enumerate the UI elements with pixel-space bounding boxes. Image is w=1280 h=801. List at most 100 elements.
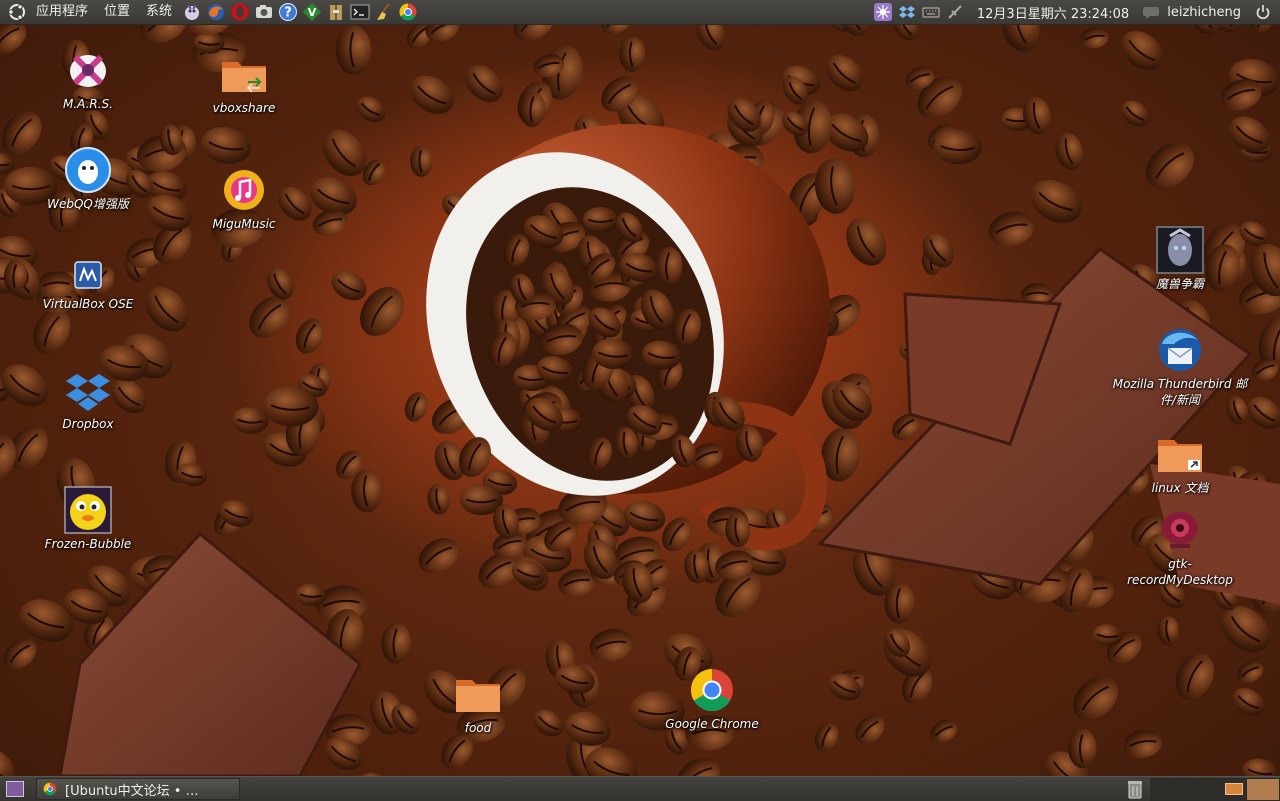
help-icon[interactable]: ?	[278, 2, 298, 22]
workspace-2[interactable]	[1174, 778, 1199, 801]
coffee-bean	[855, 715, 885, 744]
folder-link-icon	[220, 50, 268, 98]
desktop-icon-food[interactable]: food	[423, 670, 533, 736]
coffee-bean	[826, 54, 864, 91]
chrome-icon[interactable]	[398, 2, 418, 22]
coffee-bean	[513, 24, 555, 41]
coffee-bean	[1023, 96, 1051, 135]
chat-status-icon[interactable]	[1142, 3, 1160, 21]
coffee-bean	[427, 484, 450, 515]
coffee-bean	[930, 719, 958, 743]
coffee-bean	[1121, 100, 1150, 127]
coffee-bean	[201, 127, 251, 164]
warcraft-icon	[1156, 226, 1204, 274]
desktop-icon-virtualbox[interactable]: VirtualBox OSE	[33, 256, 143, 312]
coffee-bean	[425, 24, 460, 42]
coffee-bean	[145, 286, 189, 332]
coffee-bean	[1146, 142, 1194, 190]
cleaner-broom-icon[interactable]	[374, 2, 394, 22]
system-menu[interactable]: 系统	[138, 0, 180, 24]
desktop-icon-google-chrome[interactable]: Google Chrome	[657, 666, 767, 732]
workspace-4-preview[interactable]	[1222, 778, 1247, 801]
dropbox-tray-icon[interactable]	[898, 3, 916, 21]
desktop-icon-label: VirtualBox OSE	[42, 297, 134, 311]
workspace-active[interactable]	[1246, 778, 1280, 801]
ubuntu-logo-icon[interactable]	[8, 3, 26, 21]
folder-link-icon	[1156, 430, 1204, 478]
archive-manager-icon[interactable]	[326, 2, 346, 22]
coffee-bean	[1055, 132, 1084, 170]
coffee-bean	[1250, 24, 1275, 33]
svg-text:?: ?	[284, 6, 292, 21]
pidgin-icon[interactable]	[182, 2, 202, 22]
coffee-bean	[814, 722, 839, 752]
mars-icon	[64, 46, 112, 94]
coffee-bean	[356, 96, 386, 122]
network-icon[interactable]	[946, 3, 964, 21]
trash-icon[interactable]	[1124, 778, 1146, 800]
coffee-bean	[0, 747, 15, 776]
desktop-icon-label: M.A.R.S.	[63, 97, 113, 111]
coffee-bean	[381, 622, 411, 664]
coffee-bean	[1237, 660, 1264, 684]
power-icon[interactable]	[1254, 3, 1272, 21]
terminal-icon[interactable]	[350, 2, 370, 22]
desktop-icon-label: linux 文档	[1151, 481, 1209, 495]
coffee-wallpaper-art	[0, 24, 1280, 776]
desktop-icon-label: gtk-recordMyDesktop	[1127, 557, 1233, 587]
migumusic-icon	[220, 166, 268, 214]
coffee-bean	[140, 24, 188, 43]
desktop-icon-label: 魔兽争霸	[1155, 277, 1204, 291]
folder-icon	[454, 670, 502, 718]
desktop-icon-label: food	[464, 721, 492, 735]
coffee-bean	[582, 207, 619, 233]
desktop-icon-thunderbird[interactable]: Mozilla Thunderbird 邮件/新闻	[1105, 326, 1255, 408]
chrome-icon	[688, 666, 736, 714]
user-menu[interactable]: leizhicheng	[1163, 5, 1251, 20]
clock[interactable]: 12月3日星期六 23:24:08	[967, 3, 1139, 22]
coffee-bean	[696, 24, 726, 51]
coffee-bean	[619, 36, 646, 72]
coffee-bean	[922, 233, 954, 268]
coffee-bean	[589, 629, 634, 662]
firefox-icon[interactable]	[206, 2, 226, 22]
show-desktop-button[interactable]	[6, 781, 24, 797]
desktop-icon-linux-docs[interactable]: linux 文档	[1125, 430, 1235, 496]
coffee-bean	[410, 145, 433, 177]
screenshot-icon[interactable]	[254, 2, 274, 22]
desktop-icon-vboxshare[interactable]: vboxshare	[189, 50, 299, 116]
workspace-3[interactable]	[1198, 778, 1223, 801]
desktop-icon-label: MiguMusic	[212, 217, 276, 231]
tray-app-icon[interactable]	[873, 3, 892, 21]
record-desktop-icon	[1156, 506, 1204, 554]
desktop-icon-warcraft[interactable]: 魔兽争霸	[1125, 226, 1235, 292]
bottom-panel: [Ubuntu中文论坛 • …	[0, 776, 1280, 801]
dropbox-icon	[64, 366, 112, 414]
keyboard-icon[interactable]	[922, 3, 940, 21]
desktop-icon-mars[interactable]: M.A.R.S.	[33, 46, 143, 112]
coffee-bean	[1157, 615, 1180, 646]
coffee-bean	[1068, 728, 1097, 769]
desktop-icon-frozen-bubble[interactable]: Frozen-Bubble	[33, 486, 143, 552]
desktop-icon-label: WebQQ增强版	[47, 197, 129, 211]
vim-icon[interactable]: V	[302, 2, 322, 22]
desktop-icon-migumusic[interactable]: MiguMusic	[189, 166, 299, 232]
coffee-bean	[533, 709, 564, 737]
desktop-icon-webqq[interactable]: WebQQ增强版	[33, 146, 143, 212]
workspace-1[interactable]	[1150, 778, 1175, 801]
coffee-bean	[3, 638, 37, 670]
applications-menu[interactable]: 应用程序	[28, 0, 96, 24]
coffee-bean	[1232, 688, 1265, 716]
taskbar-window-button[interactable]: [Ubuntu中文论坛 • …	[36, 778, 240, 800]
desktop-icon-recordmydesktop[interactable]: gtk-recordMyDesktop	[1125, 506, 1235, 588]
chrome-icon	[43, 782, 57, 796]
coffee-bean	[418, 538, 460, 574]
opera-icon[interactable]	[230, 2, 250, 22]
coffee-bean	[1080, 27, 1109, 49]
desktop-icon-label: Google Chrome	[665, 717, 759, 731]
webqq-icon	[64, 146, 112, 194]
places-menu[interactable]: 位置	[96, 0, 138, 24]
top-panel: 应用程序 位置 系统 ? V 12月3日星期六 23:24:08 leizhic…	[0, 0, 1280, 25]
coffee-bean	[266, 267, 294, 300]
desktop-icon-dropbox[interactable]: Dropbox	[33, 366, 143, 432]
